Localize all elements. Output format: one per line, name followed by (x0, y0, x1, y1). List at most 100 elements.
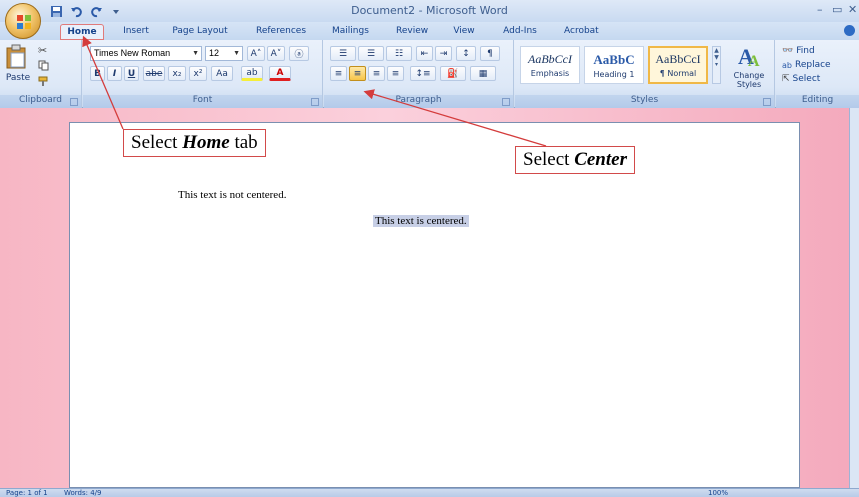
italic-button[interactable]: I (107, 66, 122, 81)
font-dialog-launcher[interactable] (311, 98, 319, 106)
increase-indent-icon: ⇥ (439, 48, 448, 59)
grow-font-icon: A˄ (250, 48, 262, 59)
shrink-font-icon: A˅ (270, 48, 282, 59)
paragraph-not-centered[interactable]: This text is not centered. (178, 189, 286, 201)
paragraph-dialog-launcher[interactable] (502, 98, 510, 106)
word-count[interactable]: Words: 4/9 (64, 489, 102, 497)
multilevel-list-button[interactable]: ☷ (386, 46, 412, 61)
paste-label: Paste (5, 73, 31, 83)
tab-page-layout[interactable]: Page Layout (166, 24, 234, 40)
paragraph-centered[interactable]: This text is centered. (373, 215, 469, 227)
help-icon[interactable] (844, 25, 855, 36)
highlight-button[interactable]: ab (241, 66, 263, 81)
document-page[interactable]: This text is not centered. This text is … (69, 122, 800, 488)
replace-icon: ab (782, 60, 792, 70)
change-styles-icon: A A (738, 44, 760, 70)
tab-home[interactable]: Home (60, 24, 104, 40)
grow-font-button[interactable]: A˄ (247, 46, 265, 61)
line-spacing-icon: ↕≡ (415, 68, 431, 79)
find-button[interactable]: 👓 Find (782, 44, 815, 58)
font-family-value: Times New Roman (94, 48, 171, 58)
font-size-select[interactable]: 12 ▼ (205, 46, 243, 61)
tab-mailings[interactable]: Mailings (326, 24, 374, 40)
replace-button[interactable]: ab Replace (782, 58, 831, 72)
styles-dialog-launcher[interactable] (763, 98, 771, 106)
tab-view[interactable]: View (446, 24, 482, 40)
shrink-font-button[interactable]: A˅ (267, 46, 285, 61)
select-button[interactable]: ⇱ Select (782, 72, 820, 86)
change-styles-button[interactable]: A A Change Styles (727, 44, 771, 90)
font-group-label: Font (83, 95, 322, 108)
align-center-icon: ≡ (353, 68, 362, 79)
bullet-list-icon: ☰ (338, 48, 348, 59)
sort-button[interactable]: ↕ (456, 46, 476, 61)
style-emphasis[interactable]: AaBbCcI Emphasis (520, 46, 580, 84)
paste-button[interactable]: Paste (4, 44, 32, 90)
font-color-button[interactable]: A (269, 66, 291, 81)
zoom-level[interactable]: 100% (708, 489, 728, 497)
tab-insert[interactable]: Insert (116, 24, 156, 40)
style-normal[interactable]: AaBbCcI ¶ Normal (648, 46, 708, 84)
change-case-button[interactable]: Aa (211, 66, 233, 81)
title-bar: Document2 - Microsoft Word – ▭ ✕ (0, 0, 859, 22)
close-button[interactable]: ✕ (848, 3, 857, 16)
justify-button[interactable]: ≡ (387, 66, 404, 81)
bold-button[interactable]: B (90, 66, 105, 81)
format-painter-icon[interactable] (38, 76, 49, 90)
paragraph-group: ☰ ☰ ☷ ⇤ ⇥ ↕ ¶ ≡ ≡ ≡ ≡ ↕≡ ⛽ ▦ Paragraph (324, 40, 514, 108)
callout-home-emphasis: Home (182, 132, 230, 153)
increase-indent-button[interactable]: ⇥ (435, 46, 452, 61)
find-label: Find (796, 46, 815, 56)
align-left-button[interactable]: ≡ (330, 66, 347, 81)
copy-icon[interactable] (38, 60, 49, 74)
page-count[interactable]: Page: 1 of 1 (6, 489, 48, 497)
font-family-select[interactable]: Times New Roman ▼ (90, 46, 202, 61)
clear-formatting-button[interactable]: ⓐ (289, 46, 309, 61)
paragraph-group-label: Paragraph (324, 95, 513, 108)
chevron-down-icon: ▼ (192, 50, 199, 57)
cursor-icon: ⇱ (782, 74, 790, 84)
tab-acrobat[interactable]: Acrobat (558, 24, 604, 40)
minimize-button[interactable]: – (817, 3, 823, 16)
styles-scroll[interactable]: ▲ ▼ ▾ (712, 46, 721, 84)
clipboard-group: Paste ✂ Clipboard (0, 40, 82, 108)
align-right-button[interactable]: ≡ (368, 66, 385, 81)
bullets-button[interactable]: ☰ (330, 46, 356, 61)
ribbon: Paste ✂ Clipboard Times New Roman ▼ 12 ▼… (0, 40, 859, 108)
replace-label: Replace (794, 60, 831, 70)
styles-group-label: Styles (515, 95, 774, 108)
editing-group-label: Editing (776, 95, 859, 108)
vertical-scrollbar[interactable] (849, 108, 859, 488)
superscript-button[interactable]: x² (189, 66, 207, 81)
align-center-button[interactable]: ≡ (349, 66, 366, 81)
shading-button[interactable]: ⛽ (440, 66, 466, 81)
show-hide-button[interactable]: ¶ (480, 46, 500, 61)
select-label: Select (792, 74, 821, 84)
tab-references[interactable]: References (250, 24, 312, 40)
callout-select-home: Select Home tab (123, 129, 266, 157)
tab-review[interactable]: Review (390, 24, 434, 40)
borders-button[interactable]: ▦ (470, 66, 496, 81)
strikethrough-button[interactable]: abe (143, 66, 165, 81)
office-button[interactable] (5, 3, 41, 39)
subscript-button[interactable]: x₂ (168, 66, 186, 81)
clear-formatting-icon: ⓐ (294, 50, 304, 60)
style-heading-1[interactable]: AaBbC Heading 1 (584, 46, 644, 84)
underline-button[interactable]: U (124, 66, 139, 81)
tab-add-ins[interactable]: Add-Ins (497, 24, 543, 40)
status-bar: Page: 1 of 1 Words: 4/9 100% (0, 488, 859, 497)
pilcrow-icon: ¶ (487, 48, 493, 59)
binoculars-icon: 👓 (782, 46, 794, 56)
callout-center-prefix: Select (523, 149, 575, 170)
line-spacing-button[interactable]: ↕≡ (410, 66, 436, 81)
editing-group: 👓 Find ab Replace ⇱ Select Editing (776, 40, 859, 108)
clipboard-group-label: Clipboard (0, 95, 81, 108)
cut-icon[interactable]: ✂ (38, 44, 47, 57)
justify-icon: ≡ (391, 68, 400, 79)
style-sample: AaBbC (593, 51, 635, 67)
decrease-indent-button[interactable]: ⇤ (416, 46, 433, 61)
numbering-button[interactable]: ☰ (358, 46, 384, 61)
clipboard-dialog-launcher[interactable] (70, 98, 78, 106)
paste-icon (6, 44, 26, 69)
maximize-button[interactable]: ▭ (832, 3, 842, 16)
